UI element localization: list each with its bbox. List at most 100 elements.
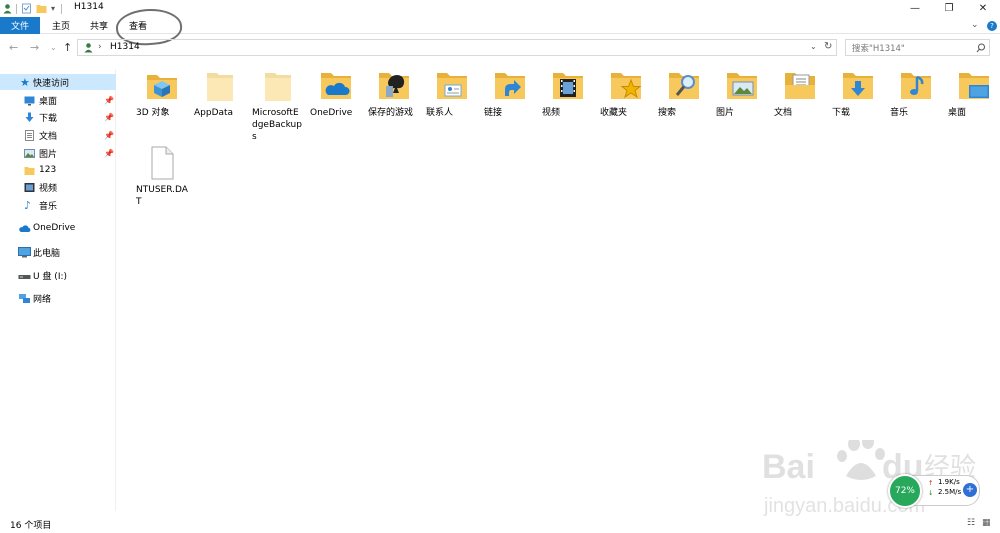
- sidebar-item-label: 123: [39, 165, 57, 175]
- properties-icon[interactable]: [21, 3, 32, 14]
- searches-folder-icon: [669, 73, 699, 99]
- sidebar-item-label: 文档: [39, 131, 58, 142]
- accelerate-plus-icon[interactable]: +: [963, 483, 977, 497]
- pictures-folder-icon: [727, 73, 757, 99]
- music-folder-icon: [901, 73, 931, 99]
- address-dropdown-icon[interactable]: ⌄: [810, 42, 817, 51]
- sidebar-item-label: U 盘 (I:): [33, 271, 68, 282]
- file-name: OneDrive: [310, 108, 353, 118]
- quick-access-toolbar: ▾: [2, 2, 63, 15]
- documents-folder-icon: [785, 73, 815, 99]
- file-name: 保存的游戏: [368, 108, 414, 118]
- sidebar-item-label: 音乐: [39, 201, 58, 212]
- sidebar-item-label: 视频: [39, 183, 58, 194]
- file-name: MicrosoftEdgeBackups: [252, 108, 302, 142]
- sidebar-item-label: 桌面: [39, 96, 58, 107]
- saved-games-folder-icon: [379, 73, 409, 99]
- network-speed-widget[interactable]: 72% ↑ 1.9K/s ↓ 2.5M/s +: [888, 474, 980, 508]
- folder-icon: [24, 166, 35, 175]
- pin-icon[interactable]: 📌: [104, 131, 114, 140]
- ribbon-tabs: 文件 主页 共享 查看 ⌄ ?: [0, 6, 1000, 48]
- restore-button[interactable]: ❐: [932, 0, 966, 17]
- tab-home[interactable]: 主页: [46, 17, 76, 34]
- search-icon[interactable]: [976, 43, 986, 53]
- file-name: 联系人: [426, 108, 454, 118]
- sidebar-item-pictures[interactable]: 图片 📌: [0, 145, 116, 161]
- sidebar-item-usb-drive[interactable]: U 盘 (I:): [0, 267, 116, 283]
- pin-icon[interactable]: 📌: [104, 113, 114, 122]
- picture-icon: [24, 148, 35, 158]
- sidebar-item-documents[interactable]: 文档 📌: [0, 127, 116, 143]
- search-input[interactable]: 搜索"H1314": [852, 42, 905, 54]
- path-separator[interactable]: ›: [98, 42, 102, 52]
- file-name: 链接: [484, 108, 503, 118]
- cloud-icon: [19, 224, 31, 232]
- file-name: 文档: [774, 108, 793, 118]
- tab-share[interactable]: 共享: [84, 17, 114, 34]
- recent-locations-icon[interactable]: ⌄: [50, 43, 57, 52]
- download-arrow-icon: ↓: [928, 489, 934, 497]
- tab-file[interactable]: 文件: [0, 17, 40, 34]
- download-icon: [25, 112, 34, 122]
- sidebar-item-desktop[interactable]: 桌面 📌: [0, 92, 116, 108]
- file-name: 收藏夹: [600, 108, 628, 118]
- file-name: 音乐: [890, 108, 909, 118]
- expand-ribbon-icon[interactable]: ⌄: [971, 20, 979, 30]
- computer-icon: [18, 246, 31, 257]
- downloads-folder-icon: [843, 73, 873, 99]
- file-icon: [151, 146, 174, 180]
- user-folder-icon: [84, 43, 93, 53]
- sidebar-item-network[interactable]: 网络: [0, 290, 116, 306]
- refresh-icon[interactable]: ↻: [824, 41, 832, 52]
- pin-icon[interactable]: 📌: [104, 96, 114, 105]
- memory-usage-badge[interactable]: 72%: [888, 474, 922, 508]
- search-box[interactable]: 搜索"H1314": [845, 39, 990, 56]
- sidebar-item-this-pc[interactable]: 此电脑: [0, 244, 116, 260]
- file-name: 3D 对象: [136, 108, 170, 118]
- upload-arrow-icon: ↑: [928, 479, 934, 487]
- sidebar-item-label: 此电脑: [33, 248, 61, 259]
- sidebar-item-videos[interactable]: 视频: [0, 179, 116, 195]
- navigation-pane: ★ 快速访问 桌面 📌 下载 📌 文档 📌 图片 📌 123 视频 ♪ 音乐 O…: [0, 69, 116, 511]
- customize-toolbar-icon[interactable]: ▾: [51, 4, 55, 13]
- path-segment[interactable]: H1314: [110, 42, 140, 52]
- address-bar[interactable]: › H1314 ⌄ ↻: [77, 39, 837, 56]
- videos-folder-icon: [553, 73, 583, 99]
- upload-speed: 1.9K/s: [938, 478, 960, 486]
- forward-arrow-icon[interactable]: →: [30, 41, 39, 54]
- sidebar-item-label: 快速访问: [33, 78, 70, 89]
- contacts-folder-icon: [437, 73, 467, 99]
- file-name: NTUSER.DAT: [136, 185, 188, 207]
- file-name: AppData: [194, 108, 234, 118]
- back-arrow-icon[interactable]: ←: [9, 41, 18, 54]
- sidebar-item-music[interactable]: ♪ 音乐: [0, 197, 116, 213]
- sidebar-item-label: 网络: [33, 294, 52, 305]
- user-folder-icon: [3, 4, 12, 14]
- desktop-icon: [24, 96, 35, 105]
- usb-drive-icon: [18, 274, 31, 279]
- sidebar-item-quick-access[interactable]: ★ 快速访问: [0, 74, 116, 90]
- svg-text:Bai: Bai: [762, 448, 815, 486]
- file-name: 搜索: [658, 108, 677, 118]
- sidebar-item-123[interactable]: 123: [0, 162, 116, 178]
- network-icon: [19, 293, 30, 303]
- up-arrow-icon[interactable]: ↑: [63, 41, 72, 54]
- pin-icon[interactable]: 📌: [104, 149, 114, 158]
- video-icon: [24, 182, 35, 192]
- minimize-button[interactable]: —: [898, 0, 932, 17]
- links-folder-icon: [495, 73, 525, 99]
- new-folder-icon[interactable]: [36, 3, 47, 14]
- sidebar-item-label: 下载: [39, 113, 58, 124]
- close-button[interactable]: ✕: [966, 0, 1000, 17]
- help-icon[interactable]: ?: [987, 21, 997, 31]
- favorites-folder-icon: [611, 73, 642, 99]
- sidebar-item-onedrive[interactable]: OneDrive: [0, 220, 116, 236]
- music-icon: ♪: [24, 198, 32, 212]
- onedrive-folder-icon: [321, 73, 351, 99]
- download-speed: 2.5M/s: [938, 488, 962, 496]
- window-title: H1314: [74, 2, 104, 12]
- document-icon: [25, 129, 34, 141]
- sidebar-item-downloads[interactable]: 下载 📌: [0, 109, 116, 125]
- file-name: 视频: [542, 108, 561, 118]
- large-icons-view-icon[interactable]: ▦: [982, 518, 991, 528]
